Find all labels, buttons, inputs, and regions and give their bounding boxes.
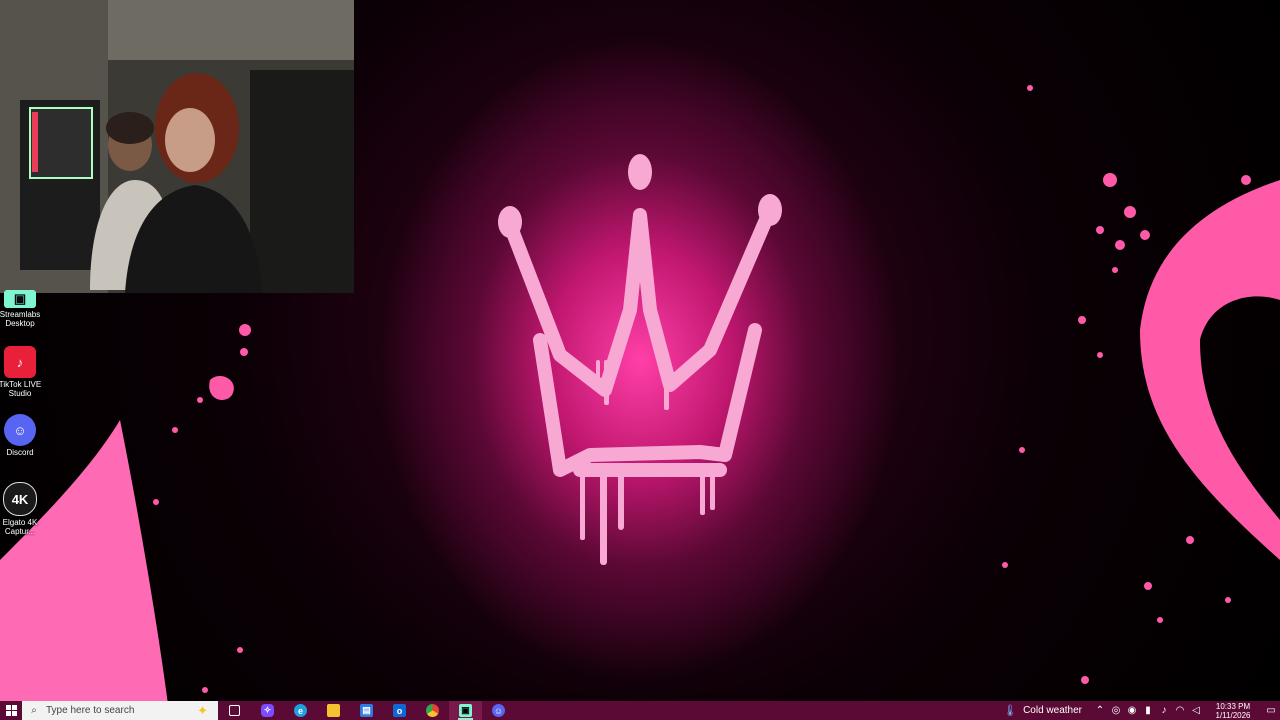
outlook-icon: o [393, 704, 406, 717]
taskbar-search[interactable]: ⌕ Type here to search ✦ [22, 701, 218, 720]
microsoft-store-icon: ▤ [360, 704, 373, 717]
chevron-up-icon[interactable]: ⌃ [1092, 705, 1108, 716]
desktop-icon-tiktok-live[interactable]: ♪ TikTok LIVE Studio [0, 346, 42, 398]
task-view-button[interactable] [218, 701, 251, 720]
edge-icon: e [294, 704, 307, 717]
taskbar: ⌕ Type here to search ✦ ✧ e ▤ o ▣ ☺ 🌡 Co… [0, 701, 1280, 720]
notification-icon[interactable]: ▭ [1262, 705, 1280, 716]
search-placeholder: Type here to search [46, 705, 135, 716]
taskbar-edge[interactable]: e [284, 701, 317, 720]
system-tray: 🌡 Cold weather ⌃ ◎ ◉ ▮ ♪ ◠ ◁ 10:33 PM 1/… [1003, 701, 1280, 720]
clock-time: 10:33 PM [1215, 701, 1251, 711]
file-explorer-icon [327, 704, 340, 717]
desktop-icon-label: Elgato 4K Captur... [2, 518, 38, 536]
streamlabs-icon: ▣ [459, 704, 472, 717]
volume-icon[interactable]: ◁ [1188, 705, 1204, 716]
taskbar-chrome[interactable] [416, 701, 449, 720]
webcam-feed [0, 0, 354, 293]
taskbar-discord[interactable]: ☺ [482, 701, 515, 720]
thermometer-icon: 🌡 [1003, 705, 1018, 717]
weather-widget[interactable]: 🌡 Cold weather [1003, 704, 1082, 717]
search-highlight-icon: ✦ [197, 703, 208, 718]
clock[interactable]: 10:33 PM 1/11/2026 [1208, 702, 1258, 720]
windows-logo-icon [5, 705, 17, 716]
camera-icon[interactable]: ◉ [1124, 705, 1140, 716]
discord-icon: ☺ [4, 414, 36, 446]
desktop-icon-streamlabs[interactable]: ▣ Streamlabs Desktop [0, 290, 40, 328]
taskbar-copilot[interactable]: ✧ [251, 701, 284, 720]
desktop-icon-label: TikTok LIVE Studio [0, 380, 42, 398]
desktop-icon-label: Discord [6, 448, 34, 457]
microphone-icon[interactable]: ♪ [1156, 705, 1172, 716]
tray-app-icon[interactable]: ◎ [1108, 705, 1124, 716]
desktop-icon-label: Streamlabs Desktop [0, 310, 41, 328]
desktop-icon-elgato[interactable]: 4K Elgato 4K Captur... [0, 482, 40, 536]
start-button[interactable] [0, 701, 22, 720]
crown-graphic [505, 208, 775, 477]
taskbar-store[interactable]: ▤ [350, 701, 383, 720]
taskbar-streamlabs[interactable]: ▣ [449, 701, 482, 720]
tiktok-live-icon: ♪ [4, 346, 36, 378]
elgato-4k-icon: 4K [3, 482, 37, 516]
taskbar-file-explorer[interactable] [317, 701, 350, 720]
desktop-icon-discord[interactable]: ☺ Discord [0, 414, 40, 457]
chrome-icon [426, 704, 439, 717]
discord-icon: ☺ [492, 704, 505, 717]
battery-icon[interactable]: ▮ [1140, 705, 1156, 716]
task-view-icon [229, 705, 240, 716]
weather-text: Cold weather [1023, 705, 1082, 716]
desktop: ▣ Streamlabs Desktop ♪ TikTok LIVE Studi… [0, 0, 1280, 720]
streamlabs-icon: ▣ [4, 290, 36, 308]
search-icon: ⌕ [31, 705, 37, 716]
clock-date: 1/11/2026 [1215, 710, 1251, 720]
taskbar-outlook[interactable]: o [383, 701, 416, 720]
network-icon[interactable]: ◠ [1172, 705, 1188, 716]
copilot-icon: ✧ [261, 704, 274, 717]
webcam-overlay [0, 0, 354, 293]
